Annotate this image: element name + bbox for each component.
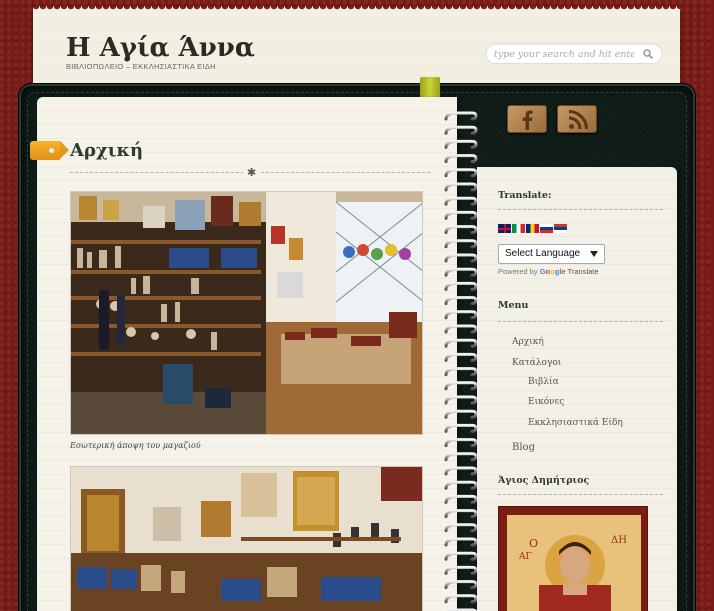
spiral-ring	[444, 352, 478, 362]
spiral-ring	[444, 423, 478, 433]
spiral-ring	[444, 125, 478, 135]
spiral-ring	[444, 466, 478, 476]
bookmark-ribbon	[420, 77, 440, 97]
spiral-ring	[444, 509, 478, 519]
search-icon[interactable]	[643, 49, 653, 59]
menu-item-church-items[interactable]: Εκκλησιαστικά Είδη	[528, 418, 623, 428]
translate-link[interactable]: Translate	[568, 267, 599, 276]
spiral-ring	[444, 367, 478, 377]
spiral-ring	[444, 210, 478, 220]
rss-icon	[568, 110, 588, 130]
menu-item-books[interactable]: Βιβλία	[528, 377, 559, 387]
language-flags	[498, 224, 568, 234]
spiral-ring	[444, 239, 478, 249]
menu-item-catalogs[interactable]: Κατάλογοι	[512, 358, 561, 368]
search-input[interactable]	[494, 47, 634, 61]
spiral-ring	[444, 494, 478, 504]
language-select-value: Select Language	[505, 248, 581, 259]
spiral-ring	[444, 381, 478, 391]
spiral-ring	[444, 594, 478, 604]
romanian-flag-icon[interactable]	[526, 224, 539, 233]
svg-text:Ο: Ο	[529, 537, 538, 550]
site-header: Η Αγία Άννα ΒΙΒΛΙΟΠΩΛΕΙΟ – ΕΚΚΛΗΣΙΑΣΤΙΚΑ…	[33, 6, 680, 86]
spiral-ring	[444, 438, 478, 448]
spiral-binding	[444, 111, 478, 611]
spiral-ring	[444, 253, 478, 263]
star-icon: ✱	[243, 166, 261, 179]
post-title[interactable]: Αρχική	[70, 140, 143, 161]
spiral-ring	[444, 182, 478, 192]
saint-divider	[498, 494, 663, 495]
translate-widget-title: Translate:	[498, 190, 552, 201]
site-description: ΒΙΒΛΙΟΠΩΛΕΙΟ – ΕΚΚΛΗΣΙΑΣΤΙΚΑ ΕΙΔΗ	[66, 62, 216, 71]
spiral-ring	[444, 395, 478, 405]
menu-item-icons[interactable]: Εικόνες	[528, 397, 564, 407]
italian-flag-icon[interactable]	[512, 224, 525, 233]
dropdown-arrow-icon	[590, 251, 598, 257]
site-title[interactable]: Η Αγία Άννα	[66, 33, 255, 63]
spiral-ring	[444, 551, 478, 561]
powered-by-label: Powered by	[498, 267, 538, 276]
spiral-ring	[444, 225, 478, 235]
spiral-ring	[444, 580, 478, 590]
spiral-ring	[444, 168, 478, 178]
shop-shelves-photo[interactable]	[70, 466, 423, 611]
spiral-ring	[444, 139, 478, 149]
spiral-ring	[444, 281, 478, 291]
menu-item-blog[interactable]: Blog	[512, 442, 535, 453]
english-flag-icon[interactable]	[498, 224, 511, 233]
powered-by-google: Powered by Google Translate	[498, 267, 599, 276]
facebook-icon	[522, 110, 533, 130]
spiral-ring	[444, 310, 478, 320]
menu-item-home[interactable]: Αρχική	[512, 337, 544, 347]
spiral-ring	[444, 338, 478, 348]
shop-interior-photo[interactable]	[70, 191, 423, 435]
google-logo[interactable]: Google	[540, 267, 566, 276]
spiral-ring	[444, 267, 478, 277]
spiral-ring	[444, 480, 478, 490]
russian-flag-icon[interactable]	[540, 224, 553, 233]
svg-text:ΔΗ: ΔΗ	[611, 535, 627, 546]
saint-widget-title: Άγιος Δημήτριος	[498, 475, 590, 486]
menu-widget-title: Menu	[498, 300, 529, 311]
spiral-ring	[444, 196, 478, 206]
svg-text:ΑΓ: ΑΓ	[518, 552, 532, 562]
menu-divider	[498, 321, 663, 322]
photo-caption: Εσωτερική άποψη του μαγαζιού	[70, 441, 201, 450]
spiral-ring	[444, 324, 478, 334]
page-tag-icon	[30, 141, 69, 160]
spiral-ring	[444, 523, 478, 533]
spiral-ring	[444, 409, 478, 419]
translate-divider	[498, 209, 663, 210]
spiral-ring	[444, 296, 478, 306]
rss-button[interactable]	[557, 105, 597, 133]
spiral-ring	[444, 111, 478, 121]
spiral-ring	[444, 565, 478, 575]
spiral-ring	[444, 537, 478, 547]
search-box[interactable]	[485, 43, 663, 64]
facebook-button[interactable]	[507, 105, 547, 133]
language-select[interactable]: Select Language	[498, 244, 605, 264]
spiral-ring	[444, 154, 478, 164]
spiral-ring	[444, 452, 478, 462]
saint-icon-image[interactable]: Ο ΑΓ ΔΗ	[498, 506, 648, 611]
serbian-flag-icon[interactable]	[554, 224, 567, 233]
